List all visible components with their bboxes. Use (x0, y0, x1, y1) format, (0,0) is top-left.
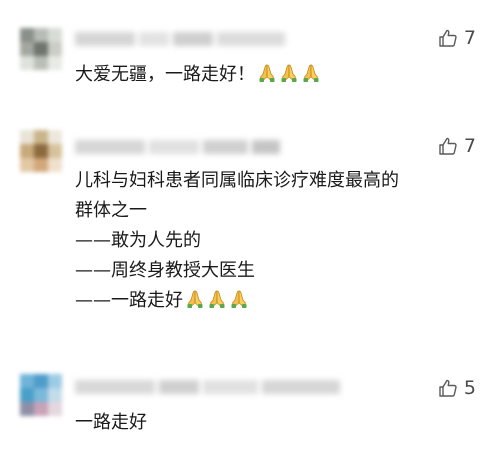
like-count: 7 (463, 135, 476, 157)
thumbs-up-icon (439, 379, 457, 397)
comment-item: 7 儿科与妇科患者同属临床诊疗难度最高的 群体之一 ——敢为人先的 ——周终身教… (0, 110, 496, 360)
folded-hands-icon (257, 63, 277, 93)
comment-line: 一路走好 (75, 412, 147, 433)
comment-line: ——敢为人先的 (75, 230, 201, 251)
like-button[interactable]: 7 (438, 26, 476, 50)
folded-hands-icon (207, 289, 227, 319)
avatar[interactable] (20, 374, 62, 416)
comment-line: ——一路走好 (75, 286, 399, 316)
thumbs-up-icon (439, 137, 457, 155)
folded-hands-icon (301, 63, 321, 93)
like-button[interactable]: 7 (438, 134, 476, 158)
username-blurred[interactable] (75, 32, 285, 46)
avatar[interactable] (20, 28, 62, 70)
comment-line: 群体之一 (75, 200, 147, 221)
thumbs-up-icon (439, 29, 457, 47)
comment-text: 大爱无疆，一路走好！ (75, 60, 321, 90)
like-count: 7 (463, 27, 476, 49)
username-blurred[interactable] (75, 380, 340, 394)
like-count: 5 (463, 377, 476, 399)
folded-hands-icon (229, 289, 249, 319)
comment-line: ——周终身教授大医生 (75, 260, 255, 281)
comment-text: 一路走好 (75, 408, 147, 438)
comment-item: 7 大爱无疆，一路走好！ (0, 0, 496, 110)
folded-hands-icon (185, 289, 205, 319)
folded-hands-icon (279, 63, 299, 93)
comment-text: 儿科与妇科患者同属临床诊疗难度最高的 群体之一 ——敢为人先的 ——周终身教授大… (75, 166, 399, 316)
username-blurred[interactable] (75, 140, 280, 154)
like-button[interactable]: 5 (438, 376, 476, 400)
comment-line: 儿科与妇科患者同属临床诊疗难度最高的 (75, 170, 399, 191)
comment-line: 大爱无疆，一路走好！ (75, 60, 321, 90)
comment-item: 5 一路走好 (0, 360, 496, 470)
avatar[interactable] (20, 130, 62, 172)
